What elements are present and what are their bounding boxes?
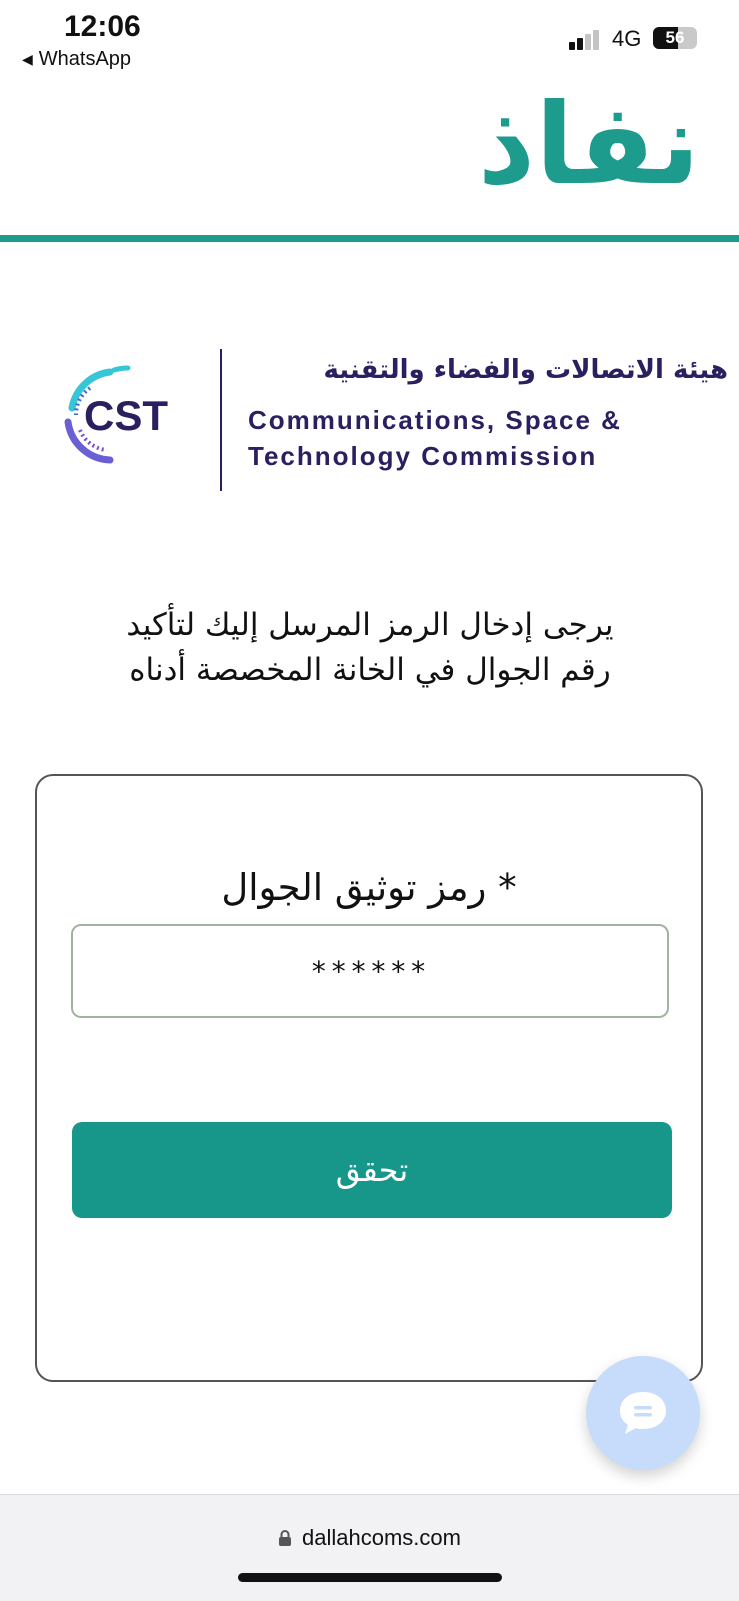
cst-divider bbox=[220, 349, 222, 491]
instruction-line2: رقم الجوال في الخانة المخصصة أدناه bbox=[129, 652, 611, 688]
cst-mark-text: CST bbox=[84, 392, 168, 439]
chat-icon bbox=[620, 1392, 666, 1434]
signal-bar bbox=[585, 34, 591, 50]
verification-card: * رمز توثيق الجوال تحقق bbox=[35, 774, 703, 1382]
signal-bar bbox=[593, 30, 599, 50]
battery-icon: 56 bbox=[653, 27, 697, 49]
verify-button[interactable]: تحقق bbox=[72, 1122, 672, 1218]
verification-code-input[interactable] bbox=[71, 924, 669, 1018]
home-indicator bbox=[238, 1573, 502, 1582]
back-arrow-icon: ◀ bbox=[22, 51, 33, 67]
signal-strength-icon bbox=[569, 28, 605, 50]
url-text: dallahcoms.com bbox=[302, 1525, 461, 1550]
url-display[interactable]: dallahcoms.com bbox=[0, 1525, 739, 1551]
signal-bar bbox=[577, 38, 583, 50]
back-app-label: WhatsApp bbox=[38, 48, 132, 70]
cst-emblem-icon: CST bbox=[64, 365, 168, 464]
nafath-logo-text: نفاذ bbox=[477, 80, 700, 210]
network-type: 4G bbox=[612, 26, 642, 51]
status-time: 12:06 bbox=[64, 10, 141, 43]
code-field-label: * رمز توثيق الجوال bbox=[221, 866, 517, 909]
lock-icon bbox=[279, 1530, 292, 1546]
cst-logo: CST هيئة الاتصالات والفضاء والتقنية Comm… bbox=[50, 345, 728, 495]
cst-arabic-name: هيئة الاتصالات والفضاء والتقنية bbox=[323, 355, 728, 385]
cst-english-name-line2: Technology Commission bbox=[248, 441, 598, 471]
instruction-line1: يرجى إدخال الرمز المرسل إليك لتأكيد bbox=[126, 607, 614, 643]
instruction-text: يرجى إدخال الرمز المرسل إليك لتأكيد رقم … bbox=[70, 603, 670, 693]
nafath-logo: نفاذ bbox=[440, 70, 700, 220]
back-to-app-button[interactable]: ◀ WhatsApp bbox=[22, 48, 131, 71]
chat-button[interactable] bbox=[586, 1356, 700, 1470]
battery-percent: 56 bbox=[665, 28, 685, 47]
signal-bar bbox=[569, 42, 575, 50]
browser-address-bar[interactable]: dallahcoms.com bbox=[0, 1494, 739, 1601]
cst-english-name-line1: Communications, Space & bbox=[248, 405, 622, 435]
header-divider bbox=[0, 235, 739, 242]
